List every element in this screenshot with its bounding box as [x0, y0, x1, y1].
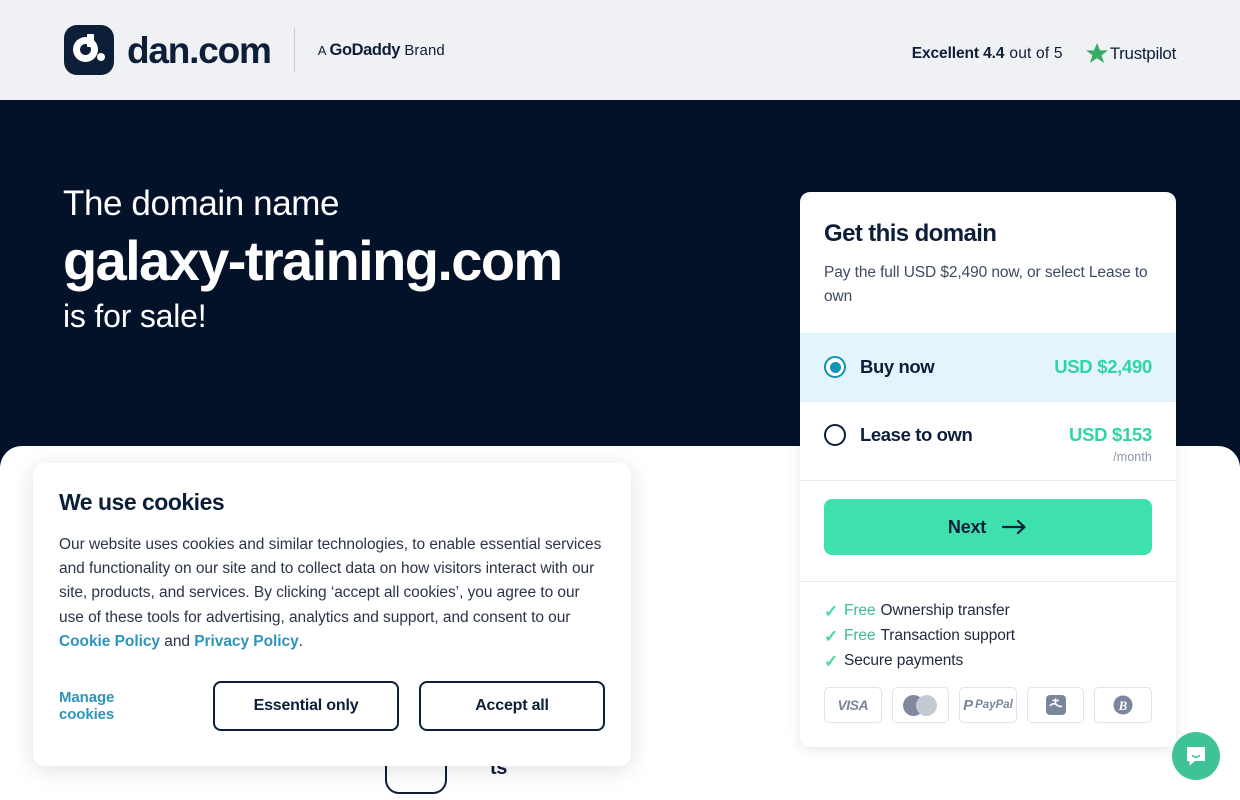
option-buy-now-label: Buy now	[860, 356, 935, 378]
godaddy-name: GoDaddy	[329, 40, 401, 59]
dan-logo-icon	[64, 25, 114, 75]
visa-icon: VISA	[824, 687, 882, 724]
trustpilot-rating[interactable]: Excellent 4.4 out of 5 Trustpilot	[912, 42, 1176, 65]
brand-name: dan.com	[127, 29, 272, 71]
perk-text: Ownership transfer	[880, 602, 1010, 620]
chat-widget-button[interactable]	[1172, 732, 1220, 780]
svg-text:B: B	[1118, 698, 1128, 713]
trustpilot-star-icon	[1085, 43, 1108, 63]
godaddy-prefix: A	[317, 42, 330, 58]
chat-bubble-icon	[1187, 747, 1205, 766]
perk-text: Transaction support	[880, 627, 1015, 645]
radio-selected-icon[interactable]	[824, 356, 846, 379]
perk-item: ✓ Secure payments	[824, 652, 1152, 670]
cookie-body-text-2: and	[160, 632, 195, 650]
perk-free-label: Free	[844, 627, 876, 645]
perk-item: ✓ Free Ownership transfer	[824, 602, 1152, 620]
trustpilot-name: Trustpilot	[1109, 43, 1177, 63]
option-lease-right: USD $153 /month	[1069, 402, 1152, 464]
alipay-icon	[1026, 687, 1085, 724]
get-domain-card: Get this domain Pay the full USD $2,490 …	[800, 192, 1176, 748]
paypal-icon: P PayPal	[959, 687, 1017, 724]
page-root: dan.com A GoDaddy Brand Excellent 4.4 ou…	[0, 0, 1240, 800]
cookie-banner-body: Our website uses cookies and similar tec…	[59, 533, 605, 654]
option-buy-now[interactable]: Buy now USD $2,490	[800, 333, 1176, 402]
card-header: Get this domain Pay the full USD $2,490 …	[800, 192, 1176, 333]
godaddy-brand-note: A GoDaddy Brand	[318, 41, 445, 60]
essential-only-button[interactable]: Essential only	[213, 681, 399, 731]
paypal-label: PayPal	[975, 699, 1013, 712]
card-title: Get this domain	[824, 220, 997, 247]
cookie-banner-actions: Manage cookies Essential only Accept all	[59, 681, 605, 731]
trust-score: Excellent 4.4	[911, 44, 1005, 62]
card-subtitle: Pay the full USD $2,490 now, or select L…	[824, 264, 1148, 306]
cookie-body-text-1: Our website uses cookies and similar tec…	[59, 536, 602, 626]
hero-copy: The domain name galaxy-training.com is f…	[63, 184, 563, 335]
next-button[interactable]: Next	[824, 499, 1152, 556]
site-header: dan.com A GoDaddy Brand Excellent 4.4 ou…	[0, 0, 1240, 100]
option-lease-price: USD $153	[1069, 424, 1152, 446]
manage-cookies-link[interactable]: Manage cookies	[59, 689, 115, 723]
next-button-container: Next	[800, 480, 1176, 581]
check-icon: ✓	[824, 601, 839, 621]
trustpilot-logo: Trustpilot	[1085, 42, 1176, 65]
hero-domain-name: galaxy-training.com	[63, 228, 563, 292]
cookie-banner-title: We use cookies	[59, 489, 225, 515]
perk-text: Secure payments	[844, 652, 964, 670]
brand-divider	[293, 28, 295, 72]
accept-all-button[interactable]: Accept all	[419, 681, 605, 731]
option-buy-now-right: USD $2,490	[1054, 334, 1152, 378]
hero-pre-text: The domain name	[63, 184, 340, 223]
payment-methods-row: VISA P PayPal B	[824, 687, 1152, 724]
hero-post-text: is for sale!	[63, 297, 207, 334]
cookie-body-text-3: .	[298, 632, 303, 650]
arrow-right-icon	[1002, 519, 1026, 535]
bitcoin-icon: B	[1094, 687, 1152, 724]
perk-free-label: Free	[844, 602, 876, 620]
perk-item: ✓ Free Transaction support	[824, 627, 1152, 645]
check-icon: ✓	[824, 651, 839, 671]
card-footer: ✓ Free Ownership transfer ✓ Free Transac…	[800, 581, 1176, 747]
mastercard-icon	[891, 687, 950, 724]
option-lease-label: Lease to own	[860, 424, 973, 446]
cookie-policy-link[interactable]: Cookie Policy	[59, 633, 160, 650]
option-buy-now-left: Buy now	[824, 334, 1054, 379]
option-lease-to-own[interactable]: Lease to own USD $153 /month	[800, 401, 1176, 480]
privacy-policy-link[interactable]: Privacy Policy	[194, 633, 298, 650]
visa-label: VISA	[837, 697, 869, 714]
next-button-label: Next	[947, 516, 987, 537]
godaddy-suffix: Brand	[400, 41, 445, 59]
trust-out-of: out of 5	[1009, 44, 1063, 62]
check-icon: ✓	[824, 626, 839, 646]
cookie-consent-banner: We use cookies Our website uses cookies …	[33, 463, 631, 766]
brand-logo-link[interactable]: dan.com A GoDaddy Brand	[64, 25, 445, 75]
radio-unselected-icon[interactable]	[824, 424, 846, 447]
option-lease-period: /month	[1113, 450, 1152, 465]
option-lease-left: Lease to own	[824, 402, 1069, 447]
option-buy-now-price: USD $2,490	[1054, 356, 1152, 378]
